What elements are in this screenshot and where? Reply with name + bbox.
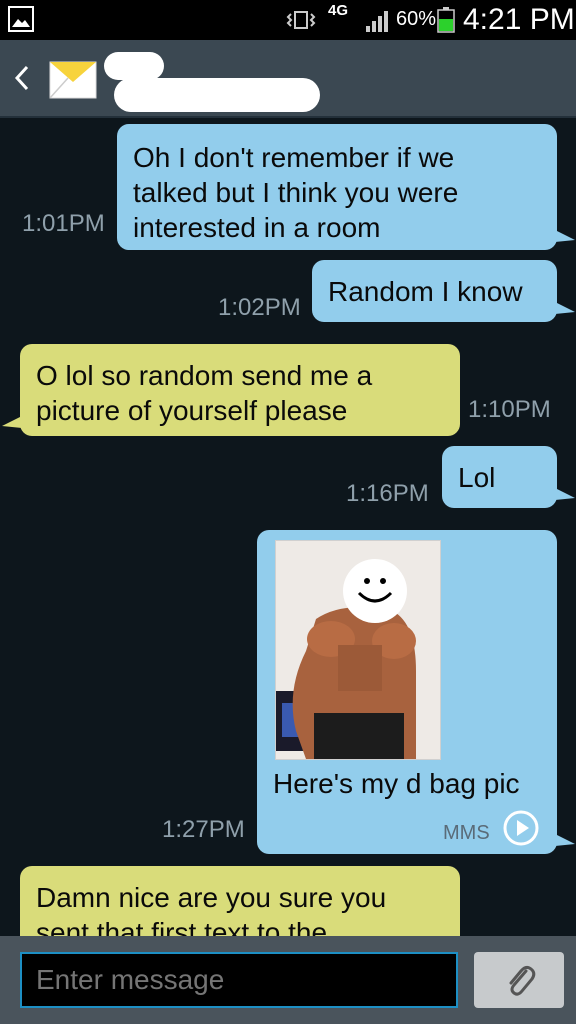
message-text: O lol so random send me a [36,360,373,391]
status-bar: 4G 60% 4:21 PM [0,0,576,40]
message-bubble-outgoing[interactable]: Oh I don't remember if we talked but I t… [117,124,575,250]
mms-badge: MMS [443,822,490,844]
message-timestamp: 1:16PM [346,480,429,507]
message-text: Lol [458,462,496,493]
composer-bar [0,936,576,1024]
message-bubble-outgoing[interactable]: Lol [442,446,575,508]
message-text: interested in a room [133,212,381,243]
message-text: Random I know [328,276,523,307]
attach-button[interactable] [474,952,564,1008]
battery-percent: 60% [396,8,437,30]
envelope-icon [49,61,97,99]
gallery-icon [8,6,34,32]
message-text: Damn nice are you sure you [36,882,387,913]
message-text: sent that first text to the [36,917,328,936]
message-input[interactable] [20,952,458,1008]
vibrate-icon [286,11,316,29]
message-text: Oh I don't remember if we [133,142,455,173]
message-timestamp: 1:10PM [468,396,551,423]
mms-photo[interactable] [275,540,441,760]
conversation-header [0,40,576,118]
message-timestamp: 1:02PM [218,294,301,321]
message-bubble-incoming[interactable]: Damn nice are you sure you sent that fir… [20,866,460,936]
signal-icon [366,11,388,32]
message-text: picture of yourself please [36,395,348,426]
message-text: talked but I think you were [133,177,459,208]
network-type: 4G [328,2,349,19]
message-bubble-outgoing[interactable]: Random I know [312,260,575,322]
message-list[interactable]: Oh I don't remember if we talked but I t… [0,118,576,936]
message-bubble-incoming[interactable]: O lol so random send me a picture of you… [2,344,460,436]
back-icon[interactable] [12,64,32,92]
message-timestamp: 1:01PM [22,210,105,237]
redacted-contact-number [114,78,320,112]
message-timestamp: 1:27PM [162,816,245,843]
redacted-contact-name [104,52,164,80]
battery-icon [437,7,455,33]
play-icon[interactable] [503,810,539,846]
mms-bubble-outgoing[interactable]: Here's my d bag pic MMS [257,530,575,854]
message-text: Here's my d bag pic [273,768,520,799]
clock: 4:21 PM [463,3,575,36]
paperclip-icon [509,965,536,996]
